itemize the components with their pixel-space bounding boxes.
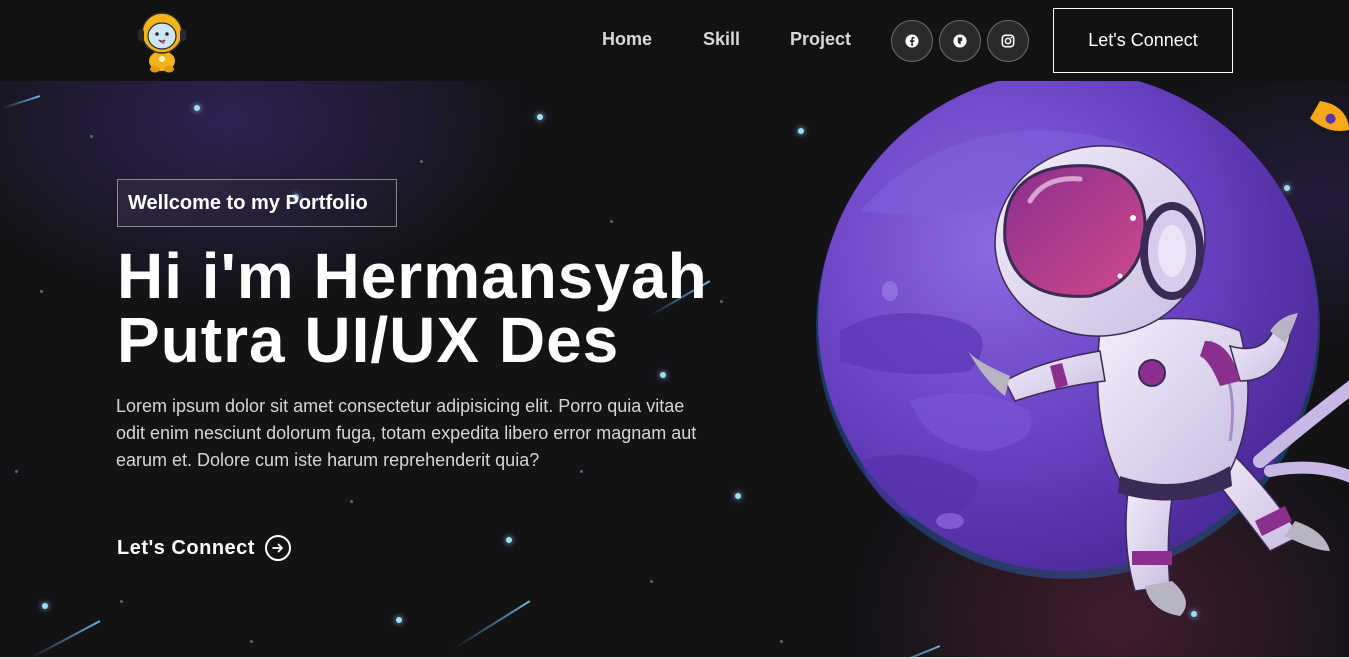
- github-icon: [953, 34, 967, 48]
- star: [350, 500, 353, 503]
- hero-title-line2: Putra UI/UX Des: [117, 304, 620, 376]
- welcome-tagline: Wellcome to my Portfolio: [117, 179, 397, 227]
- meteor: [28, 620, 101, 659]
- logo-character-icon[interactable]: [136, 11, 188, 73]
- star: [42, 603, 48, 609]
- star: [735, 493, 741, 499]
- star: [40, 290, 43, 293]
- hero-description: Lorem ipsum dolor sit amet consectetur a…: [116, 396, 697, 470]
- lets-connect-nav-button[interactable]: Let's Connect: [1053, 8, 1233, 73]
- nav-link-project[interactable]: Project: [790, 29, 851, 50]
- github-button[interactable]: [939, 20, 981, 62]
- star: [650, 580, 653, 583]
- star: [610, 220, 613, 223]
- instagram-button[interactable]: [987, 20, 1029, 62]
- star: [506, 537, 512, 543]
- facebook-icon: [905, 34, 919, 48]
- star: [250, 640, 253, 643]
- star: [660, 372, 666, 378]
- star: [537, 114, 543, 120]
- arrow-right-circle-icon: [264, 535, 291, 561]
- lets-connect-hero-button[interactable]: Let's Connect: [117, 535, 291, 561]
- instagram-icon: [1001, 34, 1015, 48]
- nav-link-home[interactable]: Home: [602, 29, 652, 50]
- hero-title-line1: Hi i'm Hermansyah: [117, 240, 708, 312]
- star: [194, 105, 200, 111]
- star: [780, 640, 783, 643]
- star: [90, 135, 93, 138]
- star: [396, 617, 402, 623]
- star: [15, 470, 18, 473]
- navbar: Home Skill Project Let's Connect: [0, 0, 1349, 81]
- hero-cta-label: Let's Connect: [117, 536, 255, 559]
- meteor: [1, 95, 41, 110]
- astronaut-planet-illustration: [647, 54, 1349, 659]
- facebook-button[interactable]: [891, 20, 933, 62]
- hero-title: Hi i'm Hermansyah Putra UI/UX Des: [117, 244, 757, 372]
- nav-link-skill[interactable]: Skill: [703, 29, 740, 50]
- star: [120, 600, 123, 603]
- star: [420, 160, 423, 163]
- meteor: [453, 600, 531, 650]
